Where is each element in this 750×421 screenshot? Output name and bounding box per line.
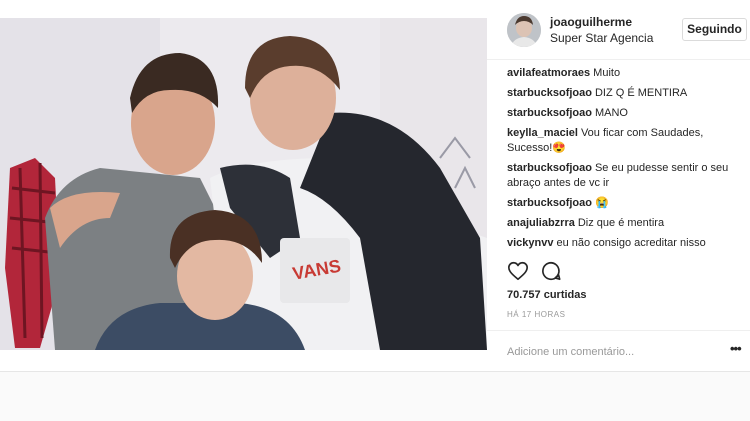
comment: keylla_maciel Vou ficar com Saudades, Suc…: [507, 126, 742, 156]
comment: avilafeatmoraes Muito: [507, 66, 742, 81]
comment-username[interactable]: keylla_maciel: [507, 127, 578, 139]
comment: starbucksofjoao MANO: [507, 106, 742, 121]
comment-username[interactable]: anajuliabzrra: [507, 217, 575, 229]
heart-icon[interactable]: [507, 260, 529, 282]
instagram-post: VANS joaoguilherme Super Star Agencia Se…: [0, 0, 750, 372]
post-sidebar: joaoguilherme Super Star Agencia Seguind…: [487, 0, 750, 372]
comment-username[interactable]: starbucksofjoao: [507, 107, 592, 119]
avatar[interactable]: [507, 13, 541, 47]
comment-username[interactable]: vickynvv: [507, 237, 553, 249]
comment-text: MANO: [594, 107, 628, 119]
post-header: joaoguilherme Super Star Agencia Seguind…: [487, 0, 750, 60]
post-photo-image: VANS: [0, 18, 487, 350]
post-timestamp: HÁ 17 HORAS: [507, 310, 566, 319]
comment-username[interactable]: starbucksofjoao: [507, 87, 592, 99]
comment: starbucksofjoao DIZ Q É MENTIRA: [507, 86, 742, 101]
following-button[interactable]: Seguindo: [682, 18, 747, 41]
post-actions: [507, 260, 587, 284]
comment-username[interactable]: avilafeatmoraes: [507, 67, 590, 79]
comments-list: avilafeatmoraes Muito starbucksofjoao DIZ …: [507, 66, 742, 256]
comment: starbucksofjoao Se eu pudesse sentir o se…: [507, 161, 742, 191]
comment-bubble-icon[interactable]: [540, 260, 562, 282]
comment-text: eu não consigo acreditar nisso: [556, 237, 706, 249]
comment-text: DIZ Q É MENTIRA: [594, 87, 688, 99]
post-location[interactable]: Super Star Agencia: [550, 31, 653, 45]
author-username[interactable]: joaoguilherme: [550, 15, 632, 29]
likes-count[interactable]: 70.757 curtidas: [507, 289, 587, 301]
avatar-image: [507, 13, 541, 47]
more-options-icon[interactable]: •••: [730, 342, 746, 357]
comment-input[interactable]: [507, 343, 707, 361]
add-comment-section: •••: [487, 330, 750, 372]
comment-username[interactable]: starbucksofjoao: [507, 162, 592, 174]
comment-username[interactable]: starbucksofjoao: [507, 197, 592, 209]
comment-text: Diz que é mentira: [577, 217, 665, 229]
comment-text: 😭: [594, 197, 609, 209]
comment: starbucksofjoao 😭: [507, 196, 742, 211]
comment: vickynvv eu não consigo acreditar nisso: [507, 236, 742, 251]
comment-text: Muito: [593, 67, 621, 79]
post-photo[interactable]: VANS: [0, 18, 487, 350]
comment: anajuliabzrra Diz que é mentira: [507, 216, 742, 231]
